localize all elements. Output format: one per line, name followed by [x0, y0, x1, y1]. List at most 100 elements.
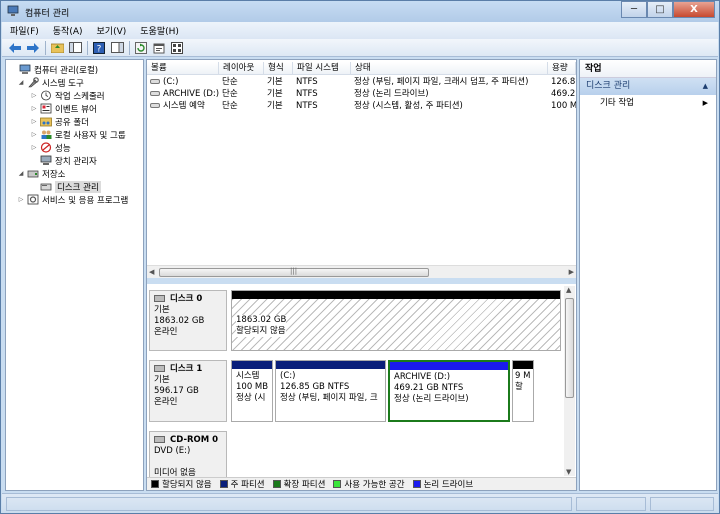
properties-button[interactable] — [152, 41, 166, 55]
disk-size: 596.17 GB — [154, 386, 199, 396]
legend-label: 논리 드라이브 — [423, 480, 474, 490]
disk-size: 1863.02 GB — [154, 316, 205, 326]
disk-status: 온라인 — [154, 397, 178, 407]
help-button[interactable]: ? — [92, 41, 106, 55]
actions-section-disk-management[interactable]: 디스크 관리 ▲ — [580, 78, 716, 95]
status-cell: 정상 (부팅, 페이지 파일, 크래시 덤프, 주 파티션) — [354, 77, 529, 87]
maximize-button[interactable]: □ — [647, 1, 673, 18]
collapse-toggle[interactable]: ◢ — [17, 79, 25, 86]
scroll-right-arrow-icon[interactable]: ▶ — [569, 268, 574, 276]
expand-toggle[interactable]: ▷ — [17, 196, 25, 203]
storage-icon — [27, 170, 39, 178]
status-segment — [650, 497, 714, 511]
computer-management-icon — [19, 64, 31, 74]
disk-1-label[interactable]: 디스크 1 기본 596.17 GB 온라인 — [149, 360, 227, 422]
scroll-up-arrow-icon[interactable]: ▲ — [566, 286, 571, 294]
legend-free-space: 사용 가능한 공간 — [333, 478, 405, 490]
expand-toggle[interactable]: ▷ — [30, 144, 38, 151]
scroll-down-arrow-icon[interactable]: ▼ — [566, 468, 571, 476]
cdrom-0-label[interactable]: CD-ROM 0 DVD (E:) 미디어 없음 — [149, 431, 227, 478]
column-header-status[interactable]: 상태 — [351, 62, 548, 75]
column-header-type[interactable]: 형식 — [264, 62, 293, 75]
volume-row[interactable]: ARCHIVE (D:) 단순 기본 NTFS 정상 (논리 드라이브) 469… — [147, 88, 576, 100]
up-folder-button[interactable] — [50, 41, 64, 55]
forward-button[interactable] — [26, 41, 40, 55]
menu-help[interactable]: 도움말(H) — [140, 24, 179, 37]
tree-item-system-tools[interactable]: ◢ 시스템 도구 — [17, 76, 84, 89]
vertical-scrollbar[interactable]: ▲ ▼ — [564, 286, 575, 476]
partition-status: 정상 (부팅, 페이지 파일, 크 — [280, 393, 378, 403]
volume-name-cell: 시스템 예약 — [147, 100, 219, 112]
partition-system-reserved[interactable]: 시스템 100 MB 정상 (시 — [231, 360, 273, 422]
tree-item-event-viewer[interactable]: ▷ 이벤트 뷰어 — [30, 102, 97, 115]
expand-toggle[interactable]: ▷ — [30, 105, 38, 112]
show-hide-console-tree-button[interactable] — [68, 41, 82, 55]
column-header-capacity[interactable]: 용량 — [548, 62, 576, 75]
minimize-button[interactable]: ─ — [621, 1, 647, 18]
window: 컴퓨터 관리 ─ □ X 파일(F) 동작(A) 보기(V) 도움말(H) ? — [0, 0, 720, 514]
export-list-button[interactable] — [170, 41, 184, 55]
disk-type: 기본 — [154, 375, 170, 385]
show-hide-action-pane-button[interactable] — [110, 41, 124, 55]
menu-view[interactable]: 보기(V) — [97, 24, 127, 37]
tree-item-computer-management[interactable]: 컴퓨터 관리(로컬) — [9, 63, 98, 76]
volume-name-cell: (C:) — [147, 76, 219, 88]
menu-action[interactable]: 동작(A) — [53, 24, 83, 37]
partition-archive-d[interactable]: ARCHIVE (D:) 469.21 GB NTFS 정상 (논리 드라이브) — [388, 360, 510, 422]
column-header-layout[interactable]: 레이아웃 — [219, 62, 264, 75]
tree-item-performance[interactable]: ▷ 성능 — [30, 141, 71, 154]
tree-item-task-scheduler[interactable]: ▷ 작업 스케줄러 — [30, 89, 105, 102]
volume-row[interactable]: 시스템 예약 단순 기본 NTFS 정상 (시스템, 활성, 주 파티션) 10… — [147, 100, 576, 112]
volume-name: ARCHIVE (D:) — [163, 89, 219, 99]
expand-toggle[interactable]: ▷ — [30, 131, 38, 138]
tree-item-device-manager[interactable]: 장치 관리자 — [30, 154, 97, 167]
expand-toggle[interactable]: ▷ — [30, 118, 38, 125]
refresh-icon — [135, 41, 147, 54]
toolbar-separator — [129, 40, 130, 55]
volume-row[interactable]: (C:) 단순 기본 NTFS 정상 (부팅, 페이지 파일, 크래시 덤프, … — [147, 76, 576, 88]
collapse-caret-icon[interactable]: ▲ — [703, 78, 708, 95]
partition-size: 469.21 GB NTFS — [394, 383, 464, 393]
refresh-button[interactable] — [134, 41, 148, 55]
shared-folder-icon — [40, 117, 52, 127]
column-header-file-system[interactable]: 파일 시스템 — [293, 62, 351, 75]
tree-item-shared-folders[interactable]: ▷ 공유 폴더 — [30, 115, 89, 128]
close-button[interactable]: X — [673, 1, 715, 18]
action-more-actions[interactable]: 기타 작업 ▶ — [580, 95, 716, 111]
tree-item-storage[interactable]: ◢ 저장소 — [17, 167, 66, 180]
legend-swatch — [333, 480, 342, 488]
volume-name: (C:) — [163, 77, 179, 87]
section-label: 디스크 관리 — [586, 81, 631, 91]
users-icon — [41, 130, 52, 139]
legend-extended-partition: 확장 파티션 — [272, 478, 325, 490]
file-system-cell: NTFS — [296, 77, 318, 87]
partition-status: 할 — [515, 382, 523, 392]
menu-bar: 파일(F) 동작(A) 보기(V) 도움말(H) — [2, 22, 718, 39]
partition-type-bar — [513, 361, 533, 369]
disk-management-pane: 볼륨 레이아웃 형식 파일 시스템 상태 용량 (C:) 단순 기본 NTFS … — [146, 59, 577, 491]
console-tree-icon — [68, 42, 82, 53]
action-label: 기타 작업 — [600, 98, 634, 108]
tree-item-disk-management[interactable]: 디스크 관리 — [30, 180, 101, 193]
tree-item-local-users-groups[interactable]: ▷ 로컬 사용자 및 그룹 — [30, 128, 126, 141]
tree-item-services-applications[interactable]: ▷ 서비스 및 응용 프로그램 — [17, 193, 128, 206]
vertical-scroll-thumb[interactable] — [565, 298, 574, 398]
expand-toggle[interactable]: ▷ — [30, 92, 38, 99]
partition-c[interactable]: (C:) 126.85 GB NTFS 정상 (부팅, 페이지 파일, 크 — [275, 360, 386, 422]
column-header-volume[interactable]: 볼륨 — [147, 62, 219, 75]
volume-list-header: 볼륨 레이아웃 형식 파일 시스템 상태 용량 — [147, 62, 576, 75]
disk-0-label[interactable]: 디스크 0 기본 1863.02 GB 온라인 — [149, 290, 227, 351]
help-icon: ? — [93, 41, 105, 54]
tree-item-label: 로컬 사용자 및 그룹 — [55, 130, 126, 141]
task-scheduler-icon — [41, 90, 51, 101]
partition-unallocated[interactable]: 1863.02 GB 할당되지 않음 — [231, 290, 561, 351]
menu-file[interactable]: 파일(F) — [10, 24, 39, 37]
toolbar-separator — [87, 40, 88, 55]
horizontal-scrollbar[interactable]: ◀ ||| ▶ — [147, 265, 576, 278]
scroll-left-arrow-icon[interactable]: ◀ — [149, 268, 154, 276]
back-button[interactable] — [8, 41, 22, 55]
services-icon — [27, 194, 39, 205]
partition-small-unallocated[interactable]: 9 M 할 — [512, 360, 534, 422]
horizontal-scroll-thumb[interactable]: ||| — [159, 267, 429, 277]
collapse-toggle[interactable]: ◢ — [17, 170, 25, 177]
